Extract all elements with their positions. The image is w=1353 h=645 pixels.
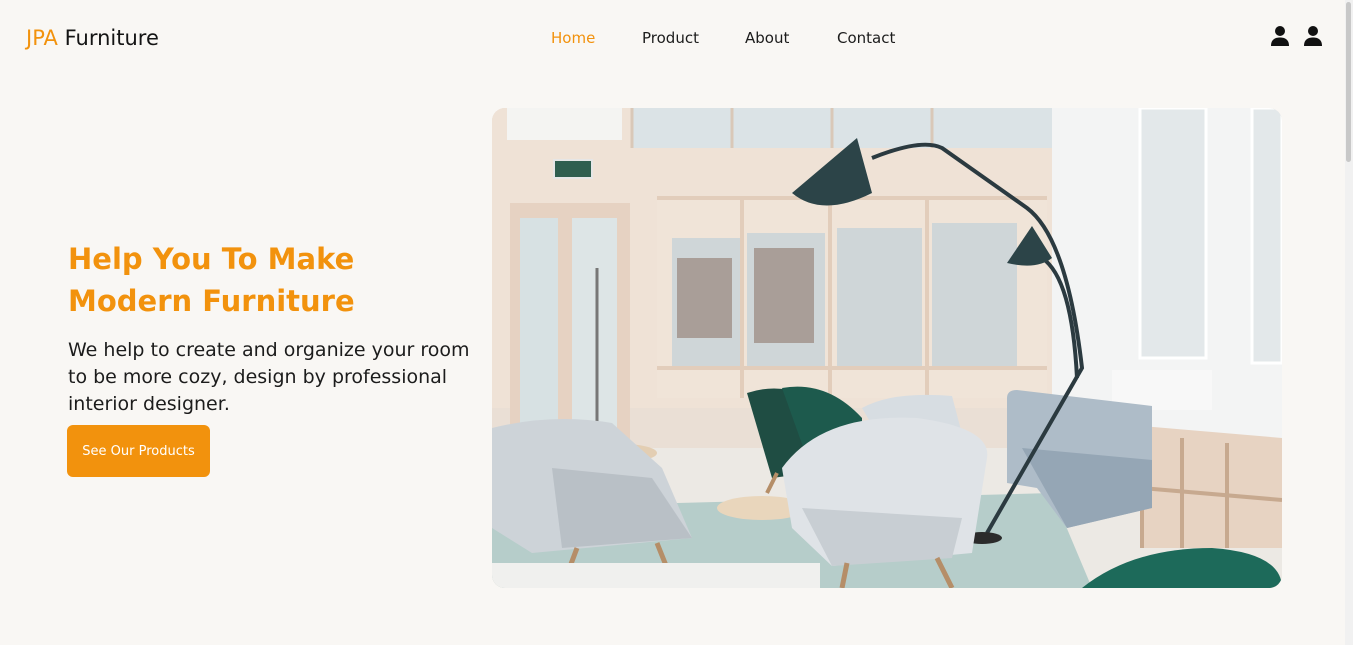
user-icon[interactable]: [1303, 25, 1323, 47]
page-scrollbar[interactable]: [1345, 0, 1353, 645]
hero-description: We help to create and organize your room…: [68, 339, 470, 415]
nav-contact-link[interactable]: Contact: [837, 28, 907, 48]
user-icon[interactable]: [1270, 25, 1290, 47]
brand-name: Furniture: [64, 26, 159, 50]
nav-product-link[interactable]: Product: [642, 28, 745, 48]
nav-about-link[interactable]: About: [745, 28, 837, 48]
site-header: JPA Furniture Home Product About Contact: [0, 0, 1345, 75]
header-icons: [1270, 25, 1323, 47]
main-nav: Home Product About Contact: [551, 28, 907, 48]
hero-title: Help You To Make Modern Furniture: [68, 242, 355, 318]
nav-home-link[interactable]: Home: [551, 28, 642, 48]
brand-prefix: JPA: [26, 26, 58, 50]
hero-image: [492, 108, 1282, 588]
see-products-button[interactable]: See Our Products: [67, 425, 210, 477]
brand-logo[interactable]: JPA Furniture: [26, 24, 159, 52]
scrollbar-thumb[interactable]: [1346, 2, 1351, 162]
